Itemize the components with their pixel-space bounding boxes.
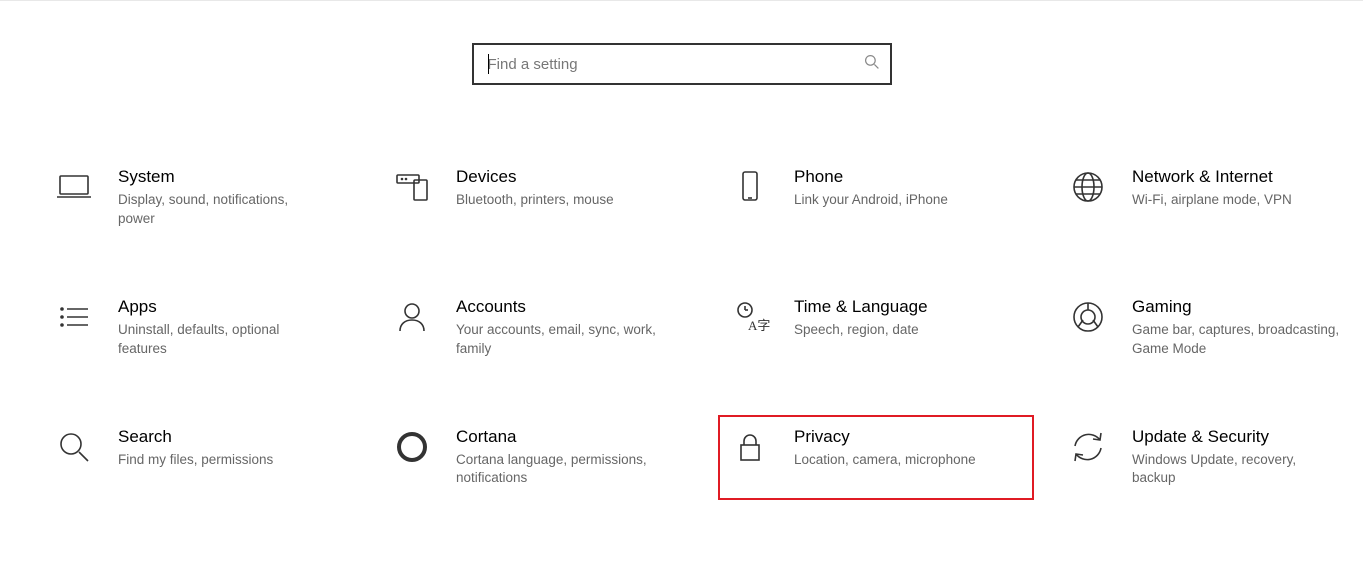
update-icon (1068, 427, 1108, 467)
category-title: Devices (456, 167, 614, 187)
category-desc: Windows Update, recovery, backup (1132, 451, 1342, 489)
category-search[interactable]: Search Find my files, permissions (50, 423, 350, 493)
category-network[interactable]: Network & Internet Wi-Fi, airplane mode, … (1064, 163, 1363, 233)
category-accounts[interactable]: Accounts Your accounts, email, sync, work… (388, 293, 688, 363)
category-gaming[interactable]: Gaming Game bar, captures, broadcasting, … (1064, 293, 1363, 363)
category-privacy[interactable]: Privacy Location, camera, microphone (726, 423, 1026, 493)
category-apps[interactable]: Apps Uninstall, defaults, optional featur… (50, 293, 350, 363)
category-desc: Speech, region, date (794, 321, 928, 340)
category-update[interactable]: Update & Security Windows Update, recover… (1064, 423, 1363, 493)
category-desc: Uninstall, defaults, optional features (118, 321, 328, 359)
apps-icon (54, 297, 94, 337)
devices-icon (392, 167, 432, 207)
category-title: Time & Language (794, 297, 928, 317)
time-icon (730, 297, 770, 337)
lock-icon (730, 427, 770, 467)
category-desc: Your accounts, email, sync, work, family (456, 321, 666, 359)
category-desc: Display, sound, notifications, power (118, 191, 328, 229)
category-title: Privacy (794, 427, 976, 447)
category-desc: Bluetooth, printers, mouse (456, 191, 614, 210)
category-time[interactable]: Time & Language Speech, region, date (726, 293, 1026, 363)
category-title: Gaming (1132, 297, 1342, 317)
category-devices[interactable]: Devices Bluetooth, printers, mouse (388, 163, 688, 233)
search-input[interactable] (488, 56, 864, 73)
category-desc: Find my files, permissions (118, 451, 273, 470)
phone-icon (730, 167, 770, 207)
category-title: Cortana (456, 427, 666, 447)
category-title: Network & Internet (1132, 167, 1292, 187)
gaming-icon (1068, 297, 1108, 337)
category-desc: Wi-Fi, airplane mode, VPN (1132, 191, 1292, 210)
search-box[interactable] (472, 43, 892, 85)
category-title: Accounts (456, 297, 666, 317)
search-icon (864, 54, 880, 75)
category-cortana[interactable]: Cortana Cortana language, permissions, no… (388, 423, 688, 493)
globe-icon (1068, 167, 1108, 207)
category-desc: Cortana language, permissions, notificat… (456, 451, 666, 489)
category-title: System (118, 167, 328, 187)
laptop-icon (54, 167, 94, 207)
category-desc: Location, camera, microphone (794, 451, 976, 470)
category-phone[interactable]: Phone Link your Android, iPhone (726, 163, 1026, 233)
magnify-icon (54, 427, 94, 467)
category-desc: Link your Android, iPhone (794, 191, 948, 210)
category-title: Search (118, 427, 273, 447)
category-title: Phone (794, 167, 948, 187)
category-title: Update & Security (1132, 427, 1342, 447)
cortana-icon (392, 427, 432, 467)
category-system[interactable]: System Display, sound, notifications, pow… (50, 163, 350, 233)
category-desc: Game bar, captures, broadcasting, Game M… (1132, 321, 1342, 359)
category-title: Apps (118, 297, 328, 317)
person-icon (392, 297, 432, 337)
